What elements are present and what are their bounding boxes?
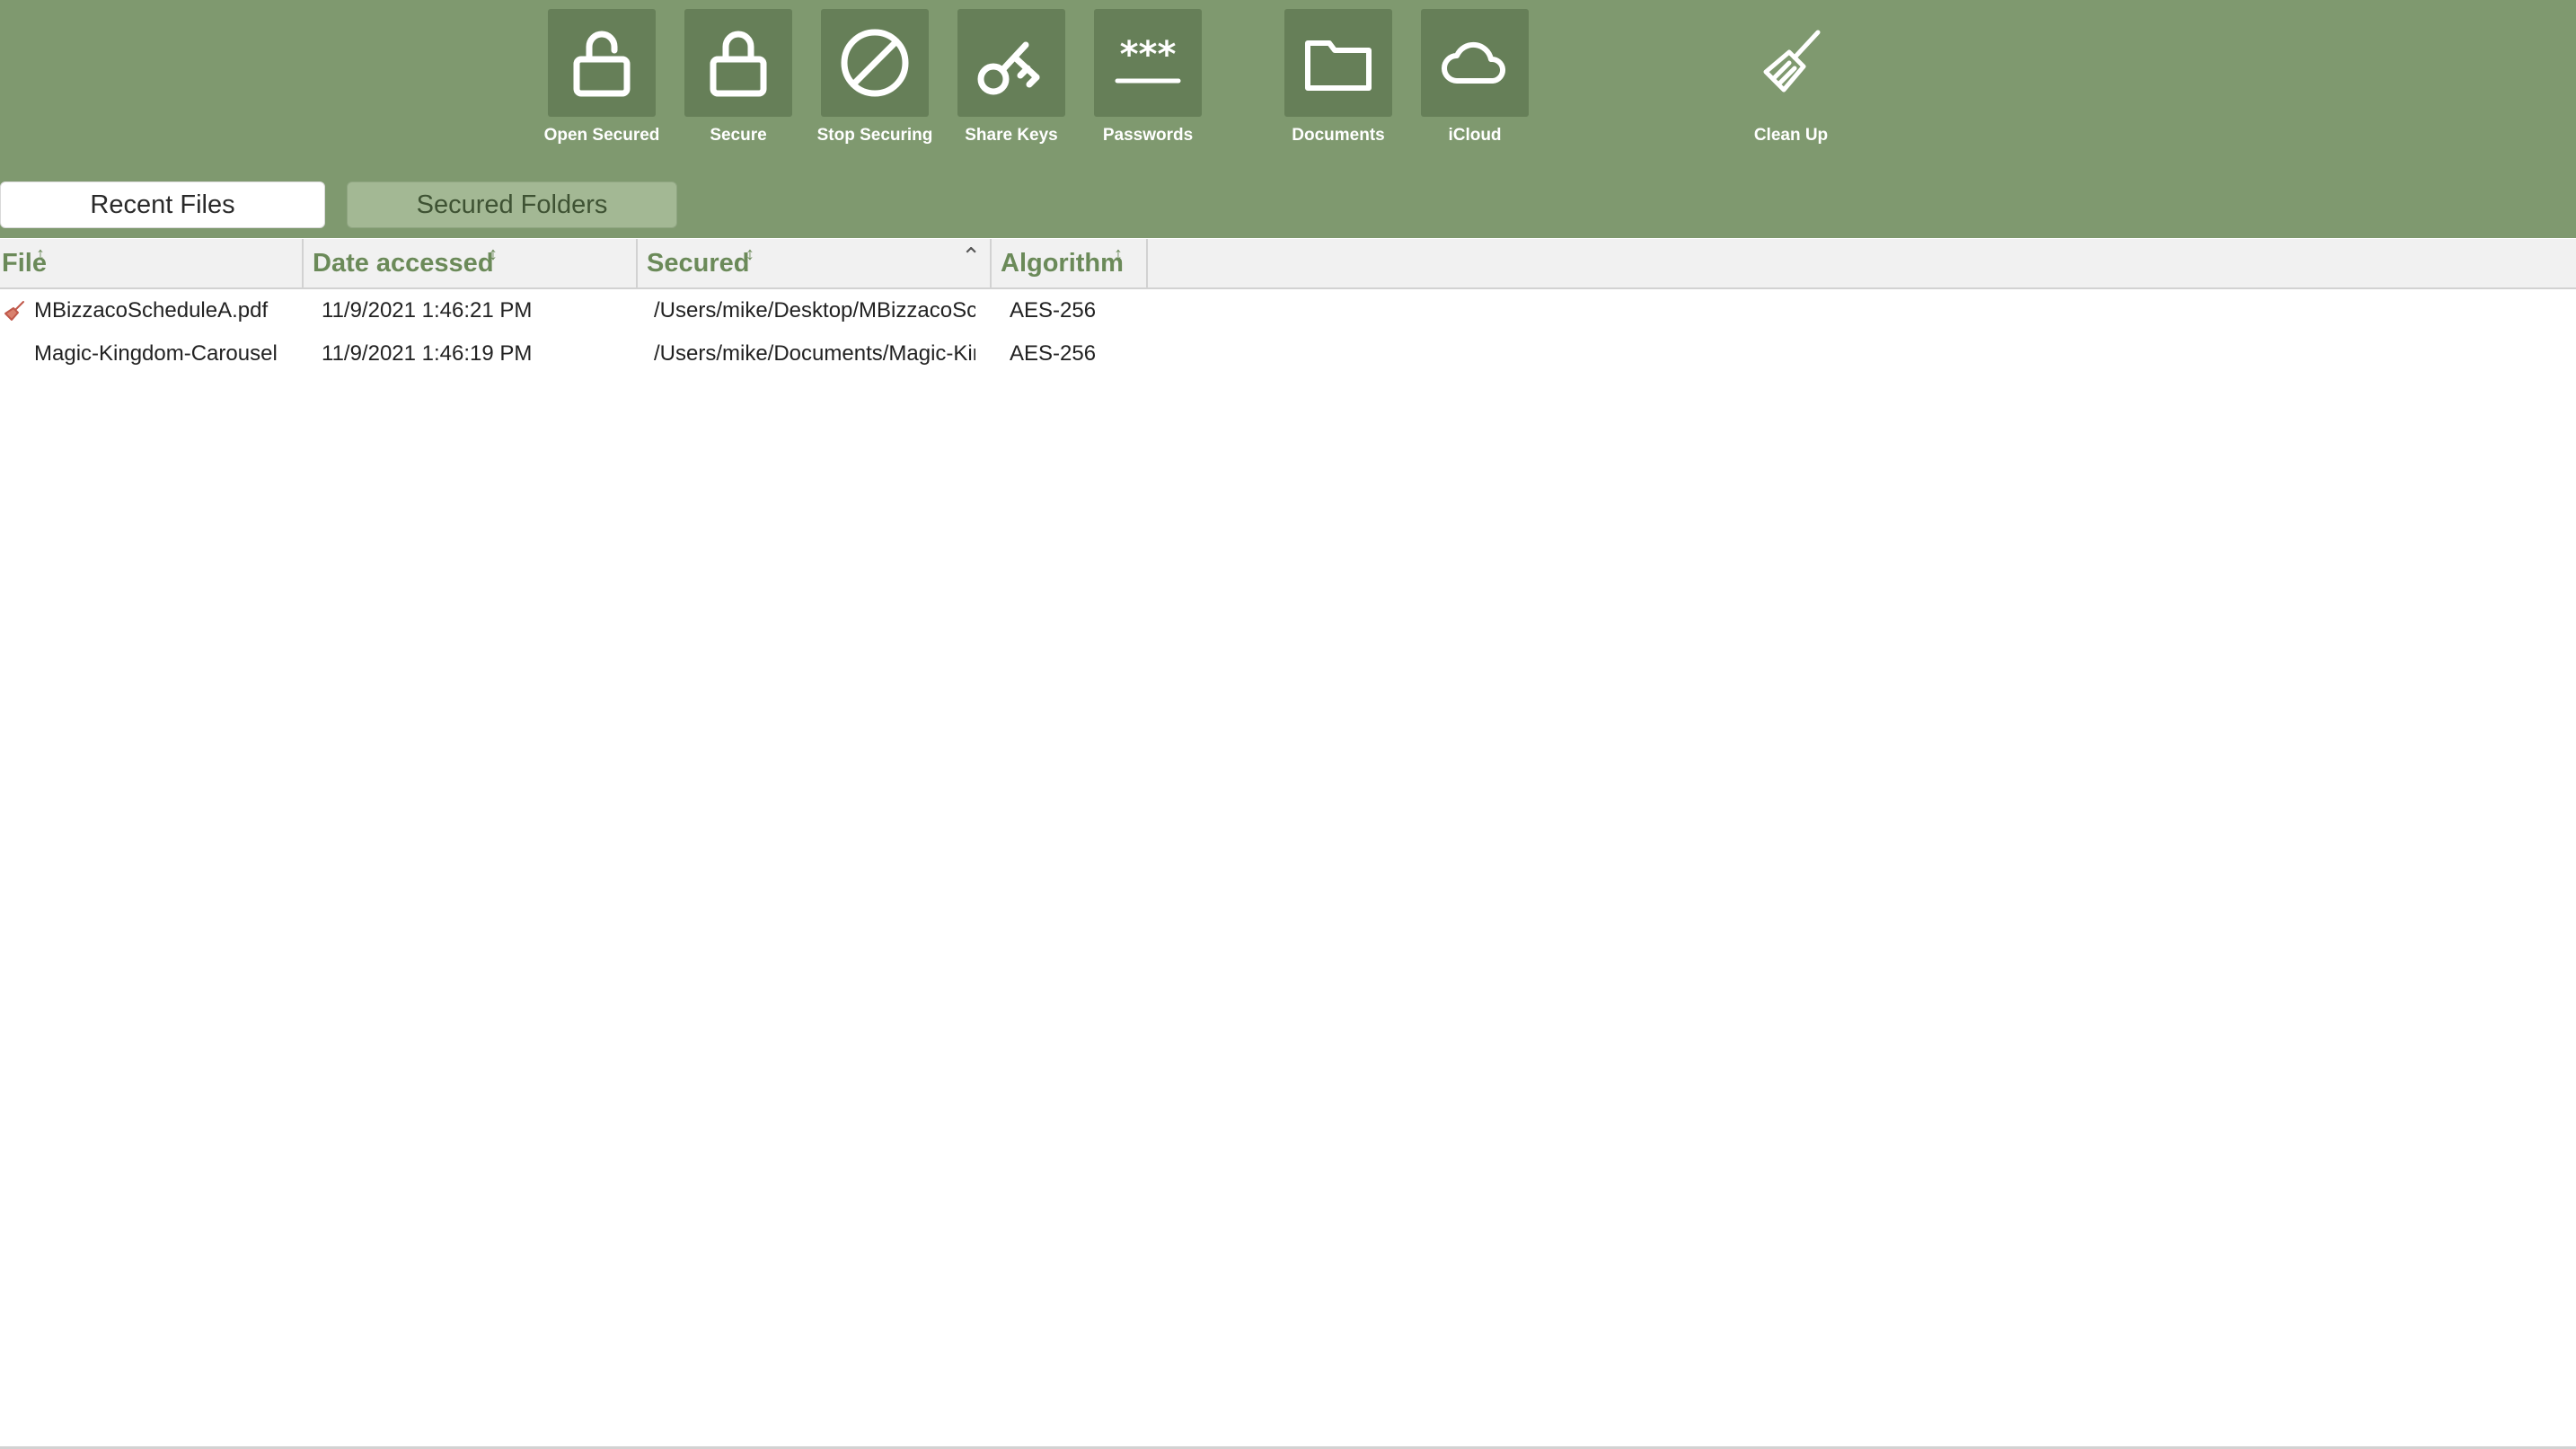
folder-icon <box>1305 40 1372 91</box>
cell-date: 11/9/2021 1:46:21 PM <box>322 298 533 322</box>
cell-algorithm: AES-256 <box>1010 341 1097 366</box>
cell-date: 11/9/2021 1:46:19 PM <box>322 341 533 366</box>
column-header-date-accessed[interactable]: Date accessed ↕ <box>304 239 638 287</box>
share-keys-button[interactable]: Share Keys <box>957 9 1065 145</box>
column-header-date-label: Date accessed <box>313 248 494 278</box>
clean-up-button[interactable]: Clean Up <box>1737 9 1845 145</box>
passwords-label: Passwords <box>1102 126 1194 145</box>
open-secured-button[interactable]: Open Secured <box>544 9 659 145</box>
table-row[interactable]: Magic-Kingdom-Carousel 11/9/2021 1:46:19… <box>0 332 2576 376</box>
column-header-algorithm[interactable]: Algorithm ↕ <box>992 239 1148 287</box>
column-header-algorithm-label: Algorithm <box>1001 248 1124 278</box>
password-icon: *** <box>1115 34 1181 84</box>
sort-ascending-icon: ⌃ <box>961 243 981 269</box>
svg-text:***: *** <box>1120 34 1177 75</box>
toolbar: Open Secured Secure Stop Securing Share … <box>0 0 2576 238</box>
tab-secured-folders[interactable]: Secured Folders <box>347 181 677 228</box>
lock-icon <box>710 31 767 97</box>
icloud-label: iCloud <box>1448 126 1502 145</box>
key-icon <box>977 41 1040 95</box>
prohibited-icon <box>841 29 909 97</box>
column-resize-icon: ↕ <box>489 244 498 264</box>
cell-secured: /Users/mike/Desktop/MBizzacoScheduleA.pd… <box>654 298 975 322</box>
stop-securing-button[interactable]: Stop Securing <box>817 9 932 145</box>
column-resize-icon: ↕ <box>36 244 45 264</box>
secure-button[interactable]: Secure <box>684 9 792 145</box>
column-resize-icon: ↕ <box>745 244 754 264</box>
cell-file: MBizzacoScheduleA.pdf <box>34 298 269 322</box>
icloud-button[interactable]: iCloud <box>1421 9 1529 145</box>
documents-button[interactable]: Documents <box>1284 9 1392 145</box>
cell-secured: /Users/mike/Documents/Magic-Kingdom-Caro… <box>654 341 975 366</box>
cell-algorithm: AES-256 <box>1010 298 1097 322</box>
passwords-button[interactable]: *** Passwords <box>1094 9 1202 145</box>
unlock-icon <box>573 31 631 97</box>
column-header-secured-label: Secured <box>647 248 750 278</box>
cell-file: Magic-Kingdom-Carousel <box>34 341 278 366</box>
tab-recent-files[interactable]: Recent Files <box>0 181 325 228</box>
broom-icon <box>1763 30 1821 93</box>
table-row[interactable]: MBizzacoScheduleA.pdf 11/9/2021 1:46:21 … <box>0 289 2576 332</box>
column-resize-icon: ↕ <box>1114 244 1123 264</box>
column-header-secured[interactable]: Secured ↕ ⌃ <box>638 239 992 287</box>
broom-icon <box>4 301 24 321</box>
cloud-icon <box>1442 41 1505 84</box>
table-header: File ↕ Date accessed ↕ Secured ↕ ⌃ Algor… <box>0 239 2576 289</box>
clean-up-label: Clean Up <box>1753 126 1829 145</box>
column-header-file[interactable]: File ↕ <box>0 239 304 287</box>
